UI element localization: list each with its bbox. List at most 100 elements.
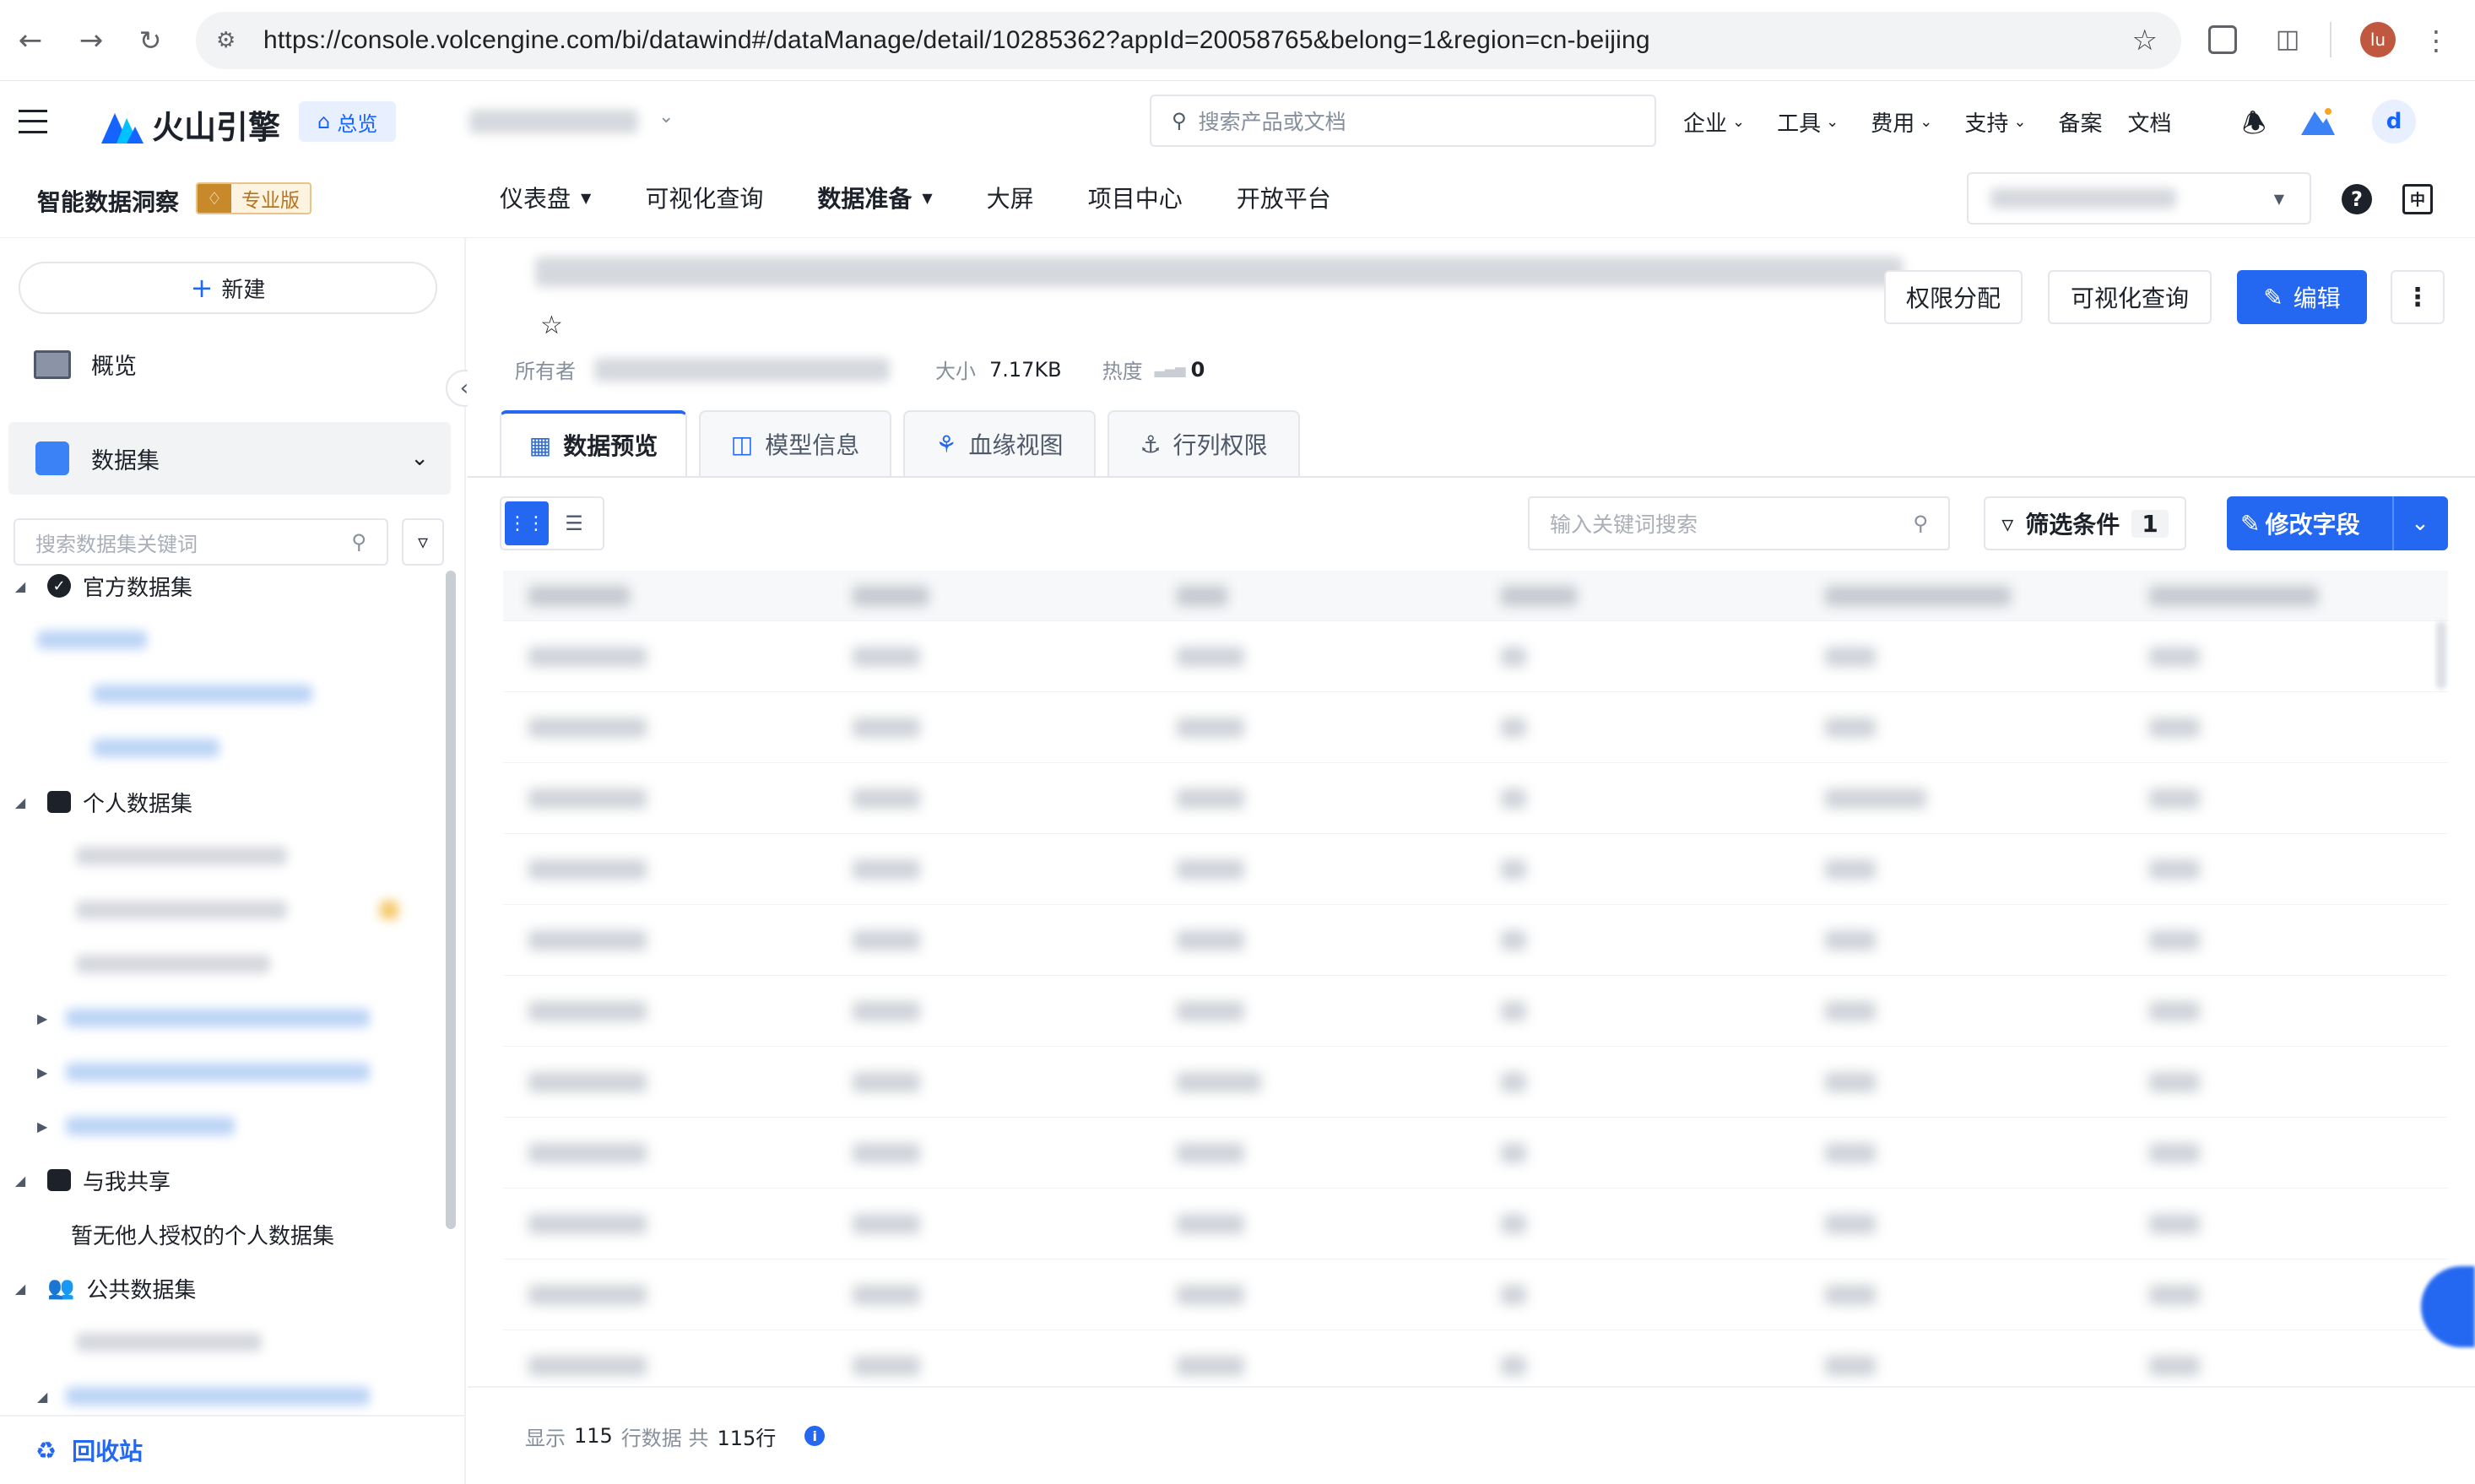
users-icon: 👥 xyxy=(47,1275,75,1301)
table-row[interactable] xyxy=(503,1330,2448,1384)
sidebar-scrollbar[interactable] xyxy=(446,571,456,1229)
address-bar[interactable]: ⚙ https://console.volcengine.com/bi/data… xyxy=(196,12,2181,69)
keyword-search-input[interactable]: 输入关键词搜索 ⚲ xyxy=(1528,496,1950,550)
chevron-down-icon[interactable]: ⌄ xyxy=(658,106,674,127)
table-row[interactable] xyxy=(503,1118,2448,1189)
project-name-blurred xyxy=(1990,188,2176,209)
tree-group-shared[interactable]: ◢ 与我共享 xyxy=(0,1153,444,1207)
url-text[interactable]: https://console.volcengine.com/bi/datawi… xyxy=(263,26,1650,55)
user-avatar[interactable]: d xyxy=(2372,100,2416,144)
nav-project-center[interactable]: 项目中心 xyxy=(1088,181,1183,214)
menu-support[interactable]: 支持 xyxy=(1964,106,2008,138)
tree-item[interactable] xyxy=(0,667,444,721)
edit-button[interactable]: ✎ 编辑 xyxy=(2237,270,2367,324)
menu-filing[interactable]: 备案 xyxy=(2058,106,2102,138)
recycle-bin[interactable]: ♻ 回收站 xyxy=(0,1415,466,1484)
tab-model-info[interactable]: ◫ 模型信息 xyxy=(699,410,891,476)
modify-fields-button[interactable]: ✎ 修改字段 ⌄ xyxy=(2227,496,2448,550)
tree-group-public[interactable]: ◢ 👥 公共数据集 xyxy=(0,1261,444,1315)
tree-item[interactable] xyxy=(0,883,444,937)
table-row[interactable] xyxy=(503,1189,2448,1259)
help-icon[interactable]: ? xyxy=(2342,184,2372,214)
favorite-star-icon[interactable]: ☆ xyxy=(540,311,563,340)
table-row[interactable] xyxy=(503,763,2448,834)
tab-row-column-permission[interactable]: ⚓ 行列权限 xyxy=(1108,410,1300,476)
forward-icon[interactable]: → xyxy=(74,24,108,57)
caret-expanded-icon: ◢ xyxy=(14,793,26,810)
tab-data-preview[interactable]: ▦ 数据预览 xyxy=(500,410,687,476)
notification-bell-icon[interactable]: 🕭 xyxy=(2242,105,2266,150)
tree-item[interactable] xyxy=(0,829,444,883)
list-view-icon[interactable]: ☰ xyxy=(549,501,599,545)
tree-item[interactable] xyxy=(0,1315,444,1369)
table-row[interactable] xyxy=(503,692,2448,763)
heat-label: 热度 xyxy=(1102,360,1143,383)
menu-tools[interactable]: 工具 xyxy=(1777,106,1821,138)
menu-billing[interactable]: 费用 xyxy=(1871,106,1914,138)
table-scrollbar[interactable] xyxy=(2436,621,2446,689)
account-selector-blurred[interactable] xyxy=(469,110,638,133)
chevron-down-icon[interactable]: ⌄ xyxy=(2392,496,2446,550)
tab-lineage[interactable]: ⚘ 血缘视图 xyxy=(903,410,1096,476)
dataset-meta: 所有者 大小 7.17KB 热度 ▃▄▅ 0 xyxy=(515,355,1205,384)
new-button-label: 新建 xyxy=(221,277,266,303)
permission-button[interactable]: 权限分配 xyxy=(1884,270,2023,324)
mountain-icon[interactable] xyxy=(2301,106,2335,135)
table-row[interactable] xyxy=(503,834,2448,905)
heat-bars-icon: ▃▄▅ xyxy=(1154,361,1186,377)
tree-item[interactable] xyxy=(0,937,444,991)
project-selector[interactable]: ▼ xyxy=(1967,172,2311,225)
filter-conditions-button[interactable]: ▿ 筛选条件 1 xyxy=(1984,496,2186,550)
profile-avatar[interactable]: lu xyxy=(2360,22,2396,57)
tree-group-personal[interactable]: ◢ 个人数据集 xyxy=(0,775,444,829)
sidebar-item-overview[interactable]: 概览 xyxy=(34,348,137,381)
nav-visual-query[interactable]: 可视化查询 xyxy=(645,181,763,214)
menu-docs[interactable]: 文档 xyxy=(2127,106,2171,138)
nav-dashboard[interactable]: 仪表盘 xyxy=(500,181,571,214)
visual-query-button[interactable]: 可视化查询 xyxy=(2048,270,2212,324)
grid-icon: ▦ xyxy=(528,431,552,459)
bookmark-star-icon[interactable]: ☆ xyxy=(2132,24,2158,57)
tab-search-icon[interactable] xyxy=(2208,25,2237,54)
info-icon[interactable]: i xyxy=(804,1426,826,1446)
tree-group-official[interactable]: ◢ ✓ 官方数据集 xyxy=(0,559,444,613)
volcengine-logo[interactable]: 火山引擎 xyxy=(101,101,280,148)
new-button[interactable]: + 新建 xyxy=(19,262,437,314)
tree-item[interactable]: ▶ xyxy=(0,1099,444,1153)
tree-item[interactable]: ▶ xyxy=(0,1045,444,1099)
tab-label: 数据预览 xyxy=(563,432,658,460)
site-settings-icon[interactable]: ⚙ xyxy=(216,28,241,53)
menu-enterprise[interactable]: 企业 xyxy=(1683,106,1727,138)
language-switch-icon[interactable]: 中 xyxy=(2402,184,2433,214)
toolbar-divider xyxy=(2330,22,2331,57)
table-row[interactable] xyxy=(503,905,2448,976)
tree-group-label: 与我共享 xyxy=(83,1169,171,1195)
column-view-icon[interactable]: ⋮⋮ xyxy=(505,501,549,545)
nav-big-screen[interactable]: 大屏 xyxy=(987,181,1034,214)
more-actions-icon[interactable]: ⋮ xyxy=(2391,270,2445,324)
chevron-down-icon: ⌄ xyxy=(2013,113,2027,131)
browser-menu-icon[interactable]: ⋮ xyxy=(2419,24,2453,57)
table-row[interactable] xyxy=(503,1047,2448,1118)
tree-item[interactable] xyxy=(0,721,444,775)
product-nav: 智能数据洞察 ♢ 专业版 仪表盘 ▼ 可视化查询 数据准备 ▼ 大屏 项目中心 开放… xyxy=(0,162,2475,238)
hamburger-menu-icon[interactable] xyxy=(19,110,47,133)
reload-icon[interactable]: ↻ xyxy=(133,24,167,57)
table-row[interactable] xyxy=(503,1259,2448,1330)
table-row[interactable] xyxy=(503,621,2448,692)
overview-tag[interactable]: ⌂ 总览 xyxy=(299,101,397,142)
product-title[interactable]: 智能数据洞察 xyxy=(37,184,179,218)
nav-open-platform[interactable]: 开放平台 xyxy=(1237,181,1331,214)
tabs-divider xyxy=(468,476,2475,478)
nav-data-prep[interactable]: 数据准备 xyxy=(817,181,912,214)
caret-down-icon: ▼ xyxy=(2273,190,2284,207)
back-icon[interactable]: ← xyxy=(14,24,47,57)
edit-pen-icon: ✎ xyxy=(2240,509,2261,538)
global-search-input[interactable]: ⚲ 搜索产品或文档 xyxy=(1150,95,1656,147)
tree-item[interactable]: ▶ xyxy=(0,991,444,1045)
table-row[interactable] xyxy=(503,976,2448,1047)
recycle-icon: ♻ xyxy=(35,1436,57,1465)
extensions-icon[interactable]: ◫ xyxy=(2271,22,2304,56)
sidebar-item-datasets[interactable]: 数据集 ⌄ xyxy=(8,422,451,495)
tree-item[interactable] xyxy=(0,613,444,667)
